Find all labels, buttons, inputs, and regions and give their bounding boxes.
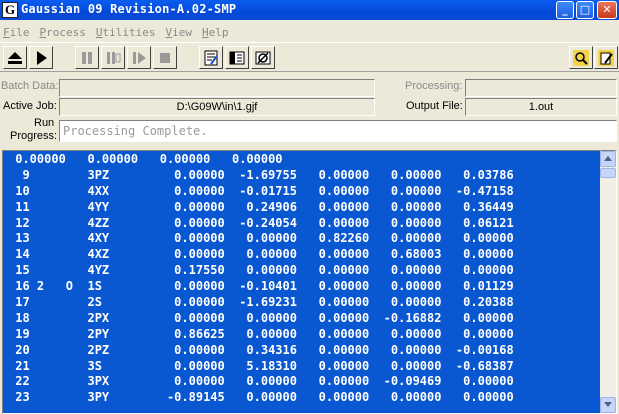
view-output-button[interactable]: [225, 46, 249, 69]
exit-icon: [255, 51, 271, 64]
run-progress-label-2: Progress:: [10, 130, 58, 142]
menu-help-key: H: [201, 25, 209, 39]
output-file-field: 1.out: [465, 98, 617, 116]
output-line: 17 2S 0.00000 -1.69231 0.00000 0.00000 0…: [8, 295, 514, 310]
active-job-field: D:\G09W\in\1.gjf: [59, 98, 375, 116]
pause-button[interactable]: [75, 46, 99, 69]
output-line: 12 4ZZ 0.00000 -0.24054 0.00000 0.00000 …: [8, 215, 514, 230]
menu-process[interactable]: Process: [40, 26, 86, 39]
output-line: 20 2PZ 0.00000 0.34316 0.00000 0.00000 -…: [8, 342, 514, 357]
scroll-thumb[interactable]: [600, 168, 616, 178]
output-line: 15 4YZ 0.17550 0.00000 0.00000 0.00000 0…: [8, 263, 514, 278]
menu-view-rest: iew: [172, 25, 192, 39]
run-progress-field: Processing Complete.: [59, 120, 617, 142]
view-file-icon: [229, 51, 245, 64]
menu-help[interactable]: Help: [202, 26, 229, 39]
menu-utilities-key: U: [95, 25, 103, 39]
output-line: 23 3PY -0.89145 0.00000 0.00000 0.00000 …: [8, 390, 514, 405]
output-log[interactable]: 0.00000 0.00000 0.00000 0.00000 9 3PZ 0.…: [3, 151, 600, 413]
stop-icon: [160, 52, 170, 63]
notepad-icon: [598, 49, 614, 66]
scroll-down-button[interactable]: [600, 397, 616, 413]
eject-icon: [8, 51, 22, 64]
output-line: 10 4XX 0.00000 -0.01715 0.00000 0.00000 …: [8, 183, 514, 198]
begin-processing-button[interactable]: [29, 46, 53, 69]
output-line: 0.00000 0.00000 0.00000 0.00000: [8, 152, 283, 166]
edit-file-icon: [204, 50, 218, 65]
processing-field: [465, 79, 617, 97]
pause-icon: [82, 51, 92, 64]
search-icon: [573, 49, 589, 66]
output-line: 14 4XZ 0.00000 0.00000 0.00000 0.68003 0…: [8, 247, 514, 262]
stop-button[interactable]: [153, 46, 177, 69]
arrow-up-icon: [604, 156, 612, 161]
batch-data-label: Batch Data:: [1, 80, 59, 92]
pause-after-link-icon: [107, 51, 121, 64]
search-button[interactable]: [569, 46, 593, 69]
output-line: 22 3PX 0.00000 0.00000 0.00000 -0.09469 …: [8, 374, 514, 389]
output-line: 21 3S 0.00000 5.18310 0.00000 0.00000 -0…: [8, 358, 514, 373]
menu-utilities[interactable]: Utilities: [96, 26, 156, 39]
edit-batch-button[interactable]: [199, 46, 223, 69]
pause-after-link-button[interactable]: [101, 46, 125, 69]
output-line: 19 2PY 0.86625 0.00000 0.00000 0.00000 0…: [8, 326, 514, 341]
menu-view[interactable]: View: [165, 26, 192, 39]
skip-icon: [133, 51, 146, 64]
eject-button[interactable]: [3, 46, 27, 69]
menu-help-rest: elp: [208, 25, 229, 39]
output-file-label: Output File:: [406, 100, 463, 112]
menu-bar: File Process Utilities View Help: [0, 22, 619, 42]
active-job-label: Active Job:: [3, 100, 57, 112]
minimize-button[interactable]: _: [556, 1, 574, 19]
toolbar: [0, 42, 619, 72]
run-progress-label-1: Run: [34, 117, 55, 129]
output-line: 18 2PX 0.00000 0.00000 0.00000 -0.16882 …: [8, 310, 514, 325]
close-button[interactable]: ✕: [597, 1, 617, 19]
kill-job-button[interactable]: [127, 46, 151, 69]
exit-button[interactable]: [251, 46, 275, 69]
window-title: Gaussian 09 Revision-A.02-SMP: [21, 2, 237, 16]
output-line: 16 2 O 1S 0.00000 -0.10401 0.00000 0.000…: [8, 279, 514, 294]
menu-utilities-rest: tilities: [102, 25, 156, 39]
output-panel: 0.00000 0.00000 0.00000 0.00000 9 3PZ 0.…: [2, 150, 617, 414]
output-line: 11 4YY 0.00000 0.24906 0.00000 0.00000 0…: [8, 199, 514, 214]
menu-file[interactable]: File: [3, 26, 30, 39]
play-icon: [37, 50, 47, 65]
batch-data-field: [59, 79, 375, 97]
vertical-scrollbar[interactable]: [600, 151, 616, 413]
processing-label: Processing:: [405, 80, 463, 92]
gaussian-logo-icon[interactable]: G: [2, 2, 18, 18]
maximize-button[interactable]: □: [576, 1, 594, 19]
scroll-up-button[interactable]: [600, 151, 616, 167]
menu-file-rest: ile: [9, 25, 30, 39]
arrow-down-icon: [604, 402, 612, 407]
notepad-button[interactable]: [594, 46, 618, 69]
output-line: 13 4XY 0.00000 0.00000 0.82260 0.00000 0…: [8, 231, 514, 246]
output-line: 9 3PZ 0.00000 -1.69755 0.00000 0.00000 0…: [8, 167, 514, 182]
menu-file-key: F: [3, 25, 10, 39]
menu-process-rest: rocess: [46, 25, 86, 39]
title-bar: G Gaussian 09 Revision-A.02-SMP _ □ ✕: [0, 0, 619, 20]
